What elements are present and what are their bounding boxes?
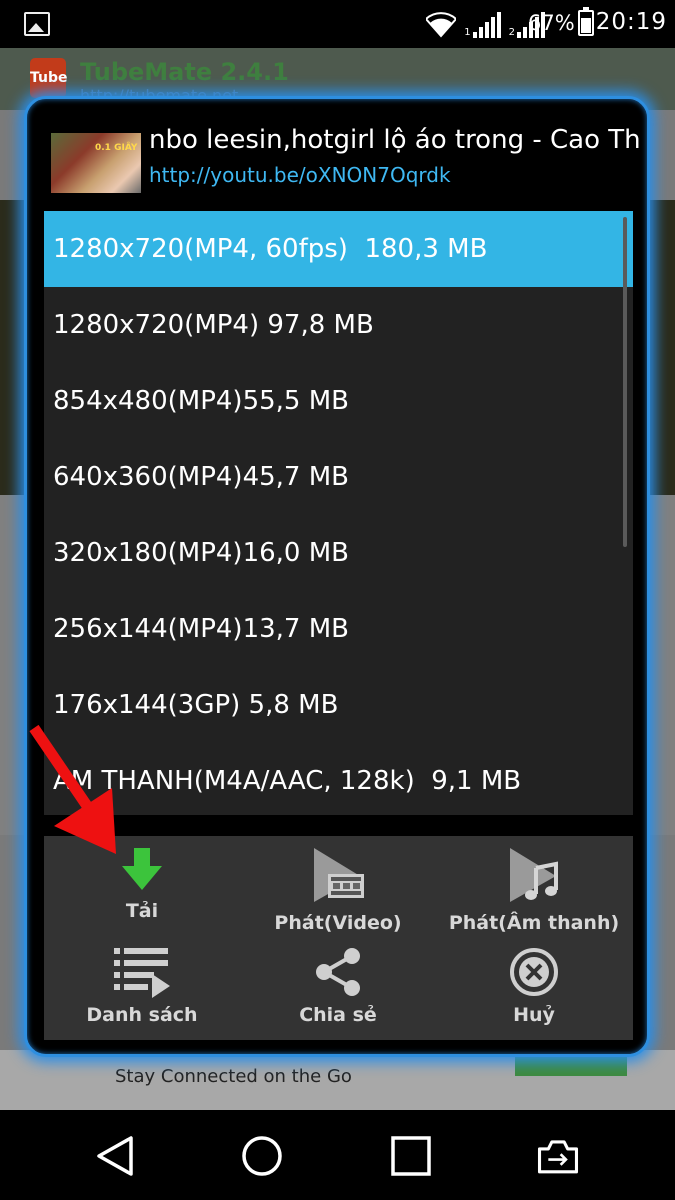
video-title: nbo leesin,hotgirl lộ áo trong - Cao Th [149, 125, 639, 155]
wifi-icon [426, 12, 457, 38]
action-grid: Tải Phát(Video) Phát(Âm thanh) Danh sách… [44, 836, 633, 1040]
home-icon[interactable] [240, 1134, 284, 1178]
sim2-label: 2 [508, 27, 515, 38]
background-app-title: TubeMate 2.4.1 [80, 58, 289, 86]
battery-percent: 67% [528, 11, 575, 35]
download-button[interactable]: Tải [44, 846, 240, 922]
playlist-button[interactable]: Danh sách [44, 946, 240, 1026]
format-item[interactable]: 256x144(MP4)13,7 MB [44, 591, 633, 667]
play-audio-label: Phát(Âm thanh) [448, 912, 620, 934]
play-video-icon [314, 848, 364, 902]
format-item[interactable]: 1280x720(MP4) 97,8 MB [44, 287, 633, 363]
sim1-label: 1 [464, 27, 471, 38]
playlist-icon [114, 948, 170, 998]
format-item[interactable]: 640x360(MP4)45,7 MB [44, 439, 633, 515]
thumbnail-text: 0.1 GIÂY [95, 143, 138, 153]
back-icon[interactable] [93, 1134, 137, 1178]
background-ad-banner: Stay Connected on the Go [0, 1050, 675, 1110]
cancel-icon [510, 948, 558, 996]
recent-apps-icon[interactable] [389, 1134, 433, 1178]
list-scrollbar[interactable] [623, 217, 627, 547]
share-label: Chia sẻ [299, 1004, 377, 1026]
share-icon [316, 948, 360, 996]
status-bar: 1 2 67% 20:19 [0, 0, 675, 48]
play-audio-icon [510, 848, 558, 902]
dialog-header: 0.1 GIÂY nbo leesin,hotgirl lộ áo trong … [27, 99, 647, 205]
play-video-label: Phát(Video) [274, 912, 402, 934]
battery-icon [578, 7, 594, 36]
cancel-label: Huỷ [513, 1004, 555, 1026]
tubemate-logo: Tube M [30, 58, 68, 126]
play-video-button[interactable]: Phát(Video) [240, 846, 436, 934]
video-thumbnail: 0.1 GIÂY [51, 133, 141, 193]
share-button[interactable]: Chia sẻ [240, 946, 436, 1026]
format-item[interactable]: 854x480(MP4)55,5 MB [44, 363, 633, 439]
format-item[interactable]: ÂM THANH(M4A/AAC, 128k) 9,1 MB [44, 743, 633, 815]
switch-sim-icon[interactable] [536, 1134, 580, 1178]
image-notification-icon [24, 12, 50, 36]
format-list[interactable]: 1280x720(MP4, 60fps) 180,3 MB 1280x720(M… [44, 211, 633, 815]
download-dialog: 0.1 GIÂY nbo leesin,hotgirl lộ áo trong … [24, 96, 650, 1057]
format-item[interactable]: 176x144(3GP) 5,8 MB [44, 667, 633, 743]
play-audio-button[interactable]: Phát(Âm thanh) [436, 846, 632, 934]
clock: 20:19 [595, 9, 667, 35]
format-item[interactable]: 320x180(MP4)16,0 MB [44, 515, 633, 591]
sim1-signal-icon: 1 [464, 12, 501, 38]
ad-text: Stay Connected on the Go [115, 1066, 352, 1087]
playlist-label: Danh sách [86, 1004, 198, 1026]
video-url-link[interactable]: http://youtu.be/oXNON7Oqrdk [149, 163, 451, 187]
cancel-button[interactable]: Huỷ [436, 946, 632, 1026]
download-arrow-icon [122, 848, 162, 890]
download-label: Tải [125, 900, 159, 922]
navigation-bar [0, 1110, 675, 1200]
format-item-selected[interactable]: 1280x720(MP4, 60fps) 180,3 MB [44, 211, 633, 287]
